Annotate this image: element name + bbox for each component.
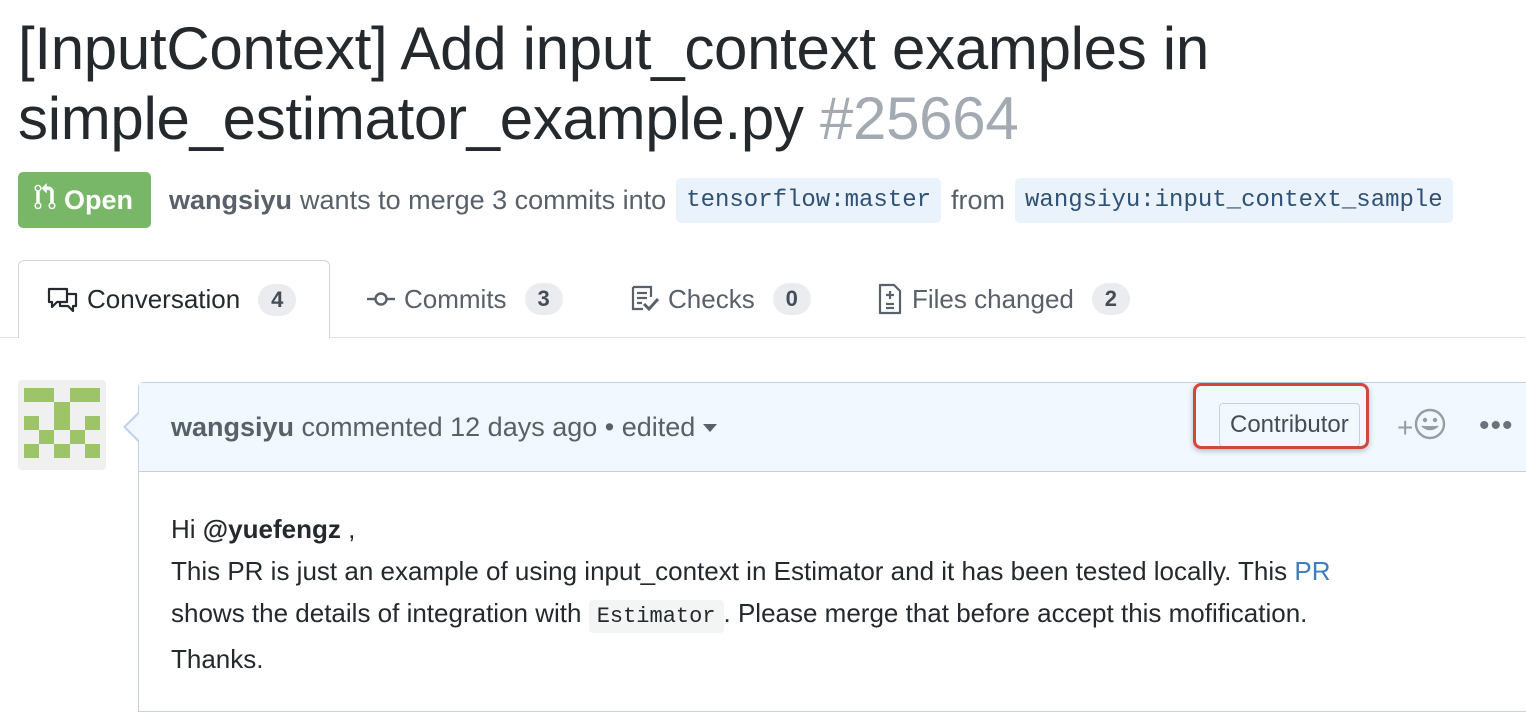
- highlight-box: [1193, 383, 1369, 449]
- body-line-1: This PR is just an example of using inpu…: [171, 550, 1526, 592]
- body-line-3: Thanks.: [171, 644, 264, 674]
- body-text-2a: shows the details of integration with: [171, 598, 589, 628]
- tab-label: Checks: [668, 283, 755, 314]
- avatar[interactable]: [18, 380, 106, 470]
- file-diff-icon: [876, 283, 904, 315]
- git-commit-icon: [366, 289, 396, 309]
- greeting-end: ,: [340, 514, 356, 544]
- merge-summary: wangsiyu wants to merge 3 commits into t…: [169, 177, 1463, 223]
- body-text-1: This PR is just an example of using inpu…: [171, 556, 1295, 586]
- edited-dropdown[interactable]: edited: [622, 412, 718, 443]
- pr-tabs: Conversation 4 Commits 3 Checks 0 Files …: [0, 260, 1526, 338]
- checklist-icon: [630, 285, 660, 313]
- smiley-icon: [1413, 407, 1447, 448]
- add-reaction-button[interactable]: +: [1397, 407, 1447, 448]
- comment-action: commented: [301, 411, 443, 442]
- tab-counter: 2: [1091, 283, 1130, 315]
- user-mention[interactable]: @yuefengz: [203, 514, 341, 544]
- chevron-down-icon: [703, 424, 718, 433]
- greeting-line: Hi @yuefengz ,: [171, 508, 1526, 550]
- comment-time[interactable]: 12 days ago: [450, 412, 597, 443]
- tab-counter: 4: [258, 283, 297, 316]
- pr-title: [InputContext] Add input_context example…: [18, 14, 1508, 154]
- comment-box: wangsiyu commented 12 days ago • edited …: [123, 382, 1526, 712]
- tab-label: Conversation: [87, 284, 241, 314]
- base-branch[interactable]: tensorflow:master: [676, 177, 942, 223]
- tab-counter: 3: [524, 283, 563, 315]
- pr-author-link[interactable]: wangsiyu: [169, 185, 292, 216]
- comment-header: wangsiyu commented 12 days ago • edited …: [123, 383, 1526, 472]
- head-branch[interactable]: wangsiyu:input_context_sample: [1015, 177, 1453, 223]
- bullet: •: [604, 411, 615, 442]
- tab-label: Files changed: [912, 283, 1074, 314]
- more-options-button[interactable]: •••: [1479, 409, 1514, 443]
- merge-text: wants to merge 3 commits into: [300, 184, 667, 215]
- comment-body: Hi @yuefengz , This PR is just an exampl…: [139, 472, 1526, 680]
- from-text: from: [951, 184, 1006, 215]
- edited-label: edited: [621, 411, 696, 442]
- tab-commits[interactable]: Commits 3: [366, 260, 563, 338]
- plus-label: +: [1397, 411, 1414, 443]
- tab-checks[interactable]: Checks 0: [630, 260, 811, 338]
- comment-discussion-icon: [47, 286, 79, 314]
- pr-title-text: [InputContext] Add input_context example…: [18, 15, 1209, 152]
- tab-files-changed[interactable]: Files changed 2: [876, 260, 1130, 338]
- pr-meta: Open wangsiyu wants to merge 3 commits i…: [18, 172, 1463, 228]
- body-text-2b: . Please merge that before accept this m…: [723, 598, 1308, 628]
- tab-conversation[interactable]: Conversation 4: [18, 260, 330, 338]
- inline-code: Estimator: [588, 600, 724, 633]
- pr-link[interactable]: PR: [1294, 556, 1330, 586]
- greeting: Hi: [171, 514, 196, 544]
- body-line-2: shows the details of integration with Es…: [171, 592, 1526, 638]
- pull-request-icon: [34, 182, 56, 218]
- tab-label: Commits: [404, 283, 507, 314]
- state-label: Open: [64, 184, 134, 215]
- state-badge: Open: [18, 172, 152, 228]
- comment-author[interactable]: wangsiyu: [171, 412, 294, 443]
- pr-number: #25664: [819, 85, 1019, 152]
- tab-counter: 0: [772, 283, 811, 315]
